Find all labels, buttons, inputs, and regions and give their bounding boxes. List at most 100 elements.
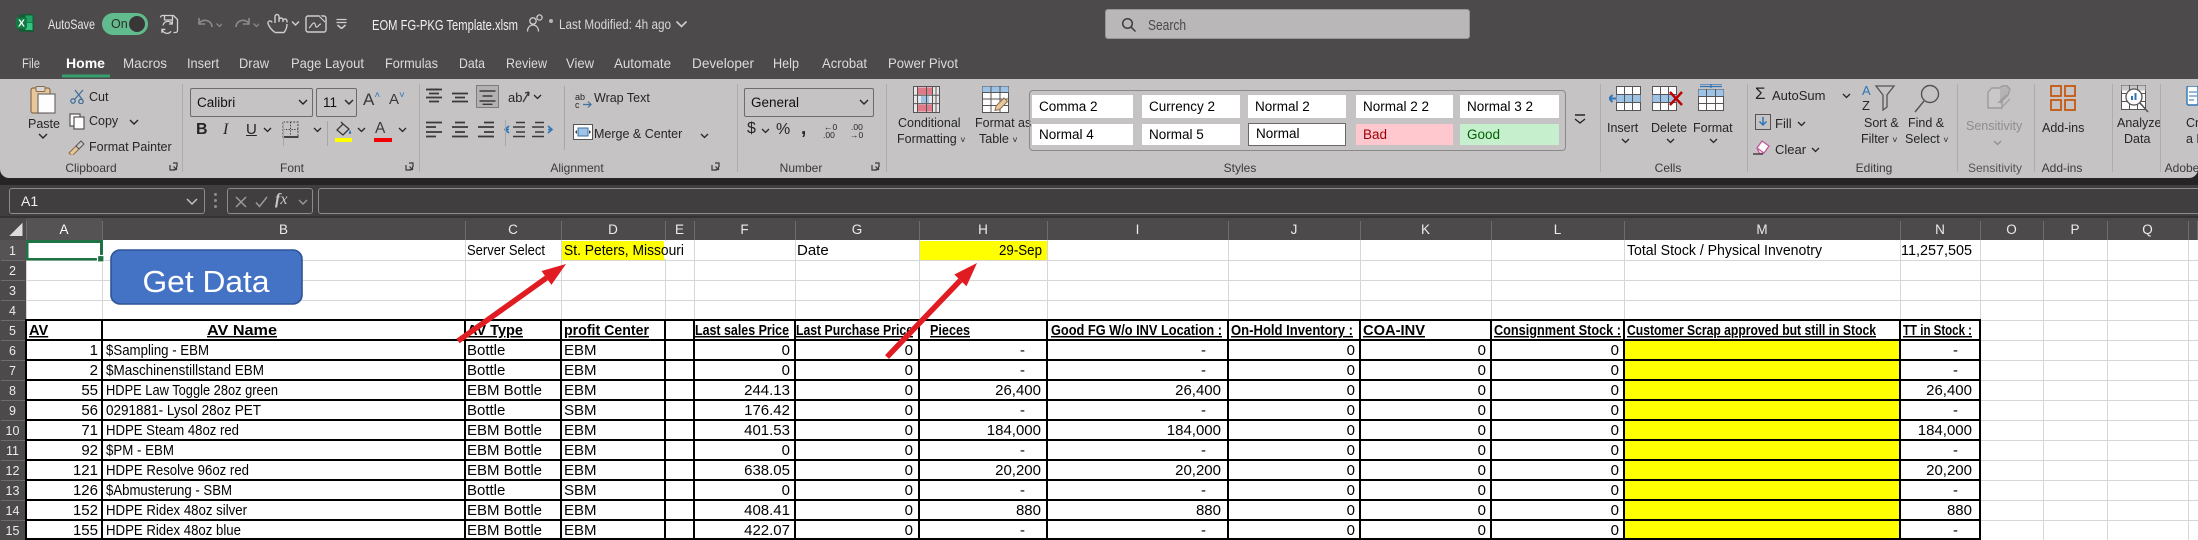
svg-text:0: 0 — [1611, 482, 1619, 499]
svg-text:176.42: 176.42 — [744, 402, 790, 419]
svg-text:0: 0 — [905, 342, 913, 359]
svg-text:Good FG W/o INV Location :: Good FG W/o INV Location : — [1051, 323, 1222, 339]
svg-text:0: 0 — [1347, 342, 1355, 359]
svg-text:Consignment Stock :: Consignment Stock : — [1494, 323, 1621, 339]
svg-text:Draw: Draw — [239, 55, 270, 71]
svg-text:EBM: EBM — [564, 422, 597, 439]
svg-text:AV: AV — [29, 323, 48, 339]
svg-text:0: 0 — [905, 522, 913, 539]
svg-text:0: 0 — [905, 462, 913, 479]
svg-text:Acrobat: Acrobat — [822, 55, 867, 71]
svg-text:26,400: 26,400 — [1926, 382, 1972, 399]
svg-text:Insert: Insert — [187, 55, 219, 71]
svg-text:Q: Q — [2142, 222, 2153, 237]
svg-text:Server Select: Server Select — [467, 242, 546, 259]
svg-text:-: - — [1201, 362, 1206, 379]
svg-text:-: - — [1201, 522, 1206, 539]
svg-text:-: - — [1201, 482, 1206, 499]
svg-text:880: 880 — [1196, 502, 1221, 519]
svg-text:0: 0 — [1478, 362, 1486, 379]
svg-text:0: 0 — [782, 342, 790, 359]
svg-text:L: L — [1554, 222, 1562, 237]
svg-text:EBM Bottle: EBM Bottle — [467, 422, 542, 439]
svg-text:0: 0 — [905, 382, 913, 399]
svg-text:0: 0 — [1611, 402, 1619, 419]
svg-text:-: - — [1020, 522, 1025, 539]
svg-text:-: - — [1201, 442, 1206, 459]
svg-text:EBM Bottle: EBM Bottle — [467, 522, 542, 539]
svg-text:2: 2 — [90, 362, 98, 379]
svg-text:4: 4 — [9, 304, 16, 318]
svg-text:Bottle: Bottle — [467, 362, 505, 379]
svg-text:0: 0 — [905, 442, 913, 459]
svg-text:20,200: 20,200 — [1926, 462, 1972, 479]
svg-text:11: 11 — [6, 444, 19, 458]
svg-text:EBM: EBM — [564, 342, 597, 359]
svg-text:152: 152 — [73, 502, 98, 519]
svg-text:0: 0 — [1347, 482, 1355, 499]
svg-text:13: 13 — [6, 484, 20, 498]
svg-text:-: - — [1953, 342, 1958, 359]
svg-text:E: E — [675, 222, 684, 237]
svg-text:Z: Z — [1862, 98, 1870, 112]
svg-text:0: 0 — [1478, 402, 1486, 419]
svg-text:-: - — [1953, 482, 1958, 499]
svg-text:Power Pivot: Power Pivot — [888, 55, 958, 71]
svg-text:0: 0 — [782, 482, 790, 499]
svg-text:0: 0 — [1478, 342, 1486, 359]
svg-text:D: D — [608, 222, 618, 237]
svg-text:0: 0 — [1478, 462, 1486, 479]
svg-text:-: - — [1020, 402, 1025, 419]
svg-text:12: 12 — [6, 464, 20, 478]
svg-text:HDPE Ridex 48oz silver: HDPE Ridex 48oz silver — [106, 502, 247, 519]
svg-text:SBM: SBM — [564, 402, 597, 419]
svg-text:I: I — [1136, 222, 1140, 237]
svg-text:HDPE Law Toggle 28oz green: HDPE Law Toggle 28oz green — [106, 382, 278, 399]
svg-text:Data: Data — [459, 55, 485, 71]
svg-text:0: 0 — [1478, 422, 1486, 439]
svg-text:G: G — [852, 222, 863, 237]
svg-text:92: 92 — [81, 442, 98, 459]
svg-text:3: 3 — [9, 284, 16, 298]
svg-text:71: 71 — [81, 422, 98, 439]
svg-text:J: J — [1291, 222, 1298, 237]
svg-text:11,257,505: 11,257,505 — [1901, 242, 1972, 259]
svg-text:5: 5 — [9, 324, 16, 338]
svg-text:EBM: EBM — [564, 522, 597, 539]
svg-text:2: 2 — [9, 264, 16, 278]
svg-text:26,400: 26,400 — [1175, 382, 1221, 399]
svg-text:0: 0 — [1611, 462, 1619, 479]
svg-text:EBM: EBM — [564, 382, 597, 399]
svg-text:184,000: 184,000 — [987, 422, 1041, 439]
svg-text:-: - — [1020, 362, 1025, 379]
svg-text:Automate: Automate — [614, 55, 671, 71]
svg-text:File: File — [22, 55, 40, 71]
svg-text:0: 0 — [905, 482, 913, 499]
svg-text:-: - — [1953, 522, 1958, 539]
svg-text:Last Modified: 4h ago: Last Modified: 4h ago — [559, 17, 671, 32]
svg-text:A: A — [59, 222, 68, 237]
svg-text:29-Sep: 29-Sep — [999, 242, 1042, 259]
svg-text:880: 880 — [1947, 502, 1972, 519]
svg-text:profit Center: profit Center — [564, 323, 649, 339]
svg-text:0: 0 — [782, 362, 790, 379]
svg-text:AutoSave: AutoSave — [48, 16, 95, 32]
svg-text:0: 0 — [1478, 522, 1486, 539]
svg-text:SBM: SBM — [564, 482, 597, 499]
svg-text:55: 55 — [81, 382, 98, 399]
svg-text:M: M — [1756, 222, 1767, 237]
svg-text:-: - — [1953, 402, 1958, 419]
svg-text:Bottle: Bottle — [467, 402, 505, 419]
svg-text:880: 880 — [1016, 502, 1041, 519]
svg-text:$Sampling - EBM: $Sampling - EBM — [106, 342, 209, 359]
svg-text:155: 155 — [73, 522, 98, 539]
svg-text:B: B — [279, 222, 288, 237]
svg-text:0: 0 — [1611, 362, 1619, 379]
svg-text:→0: →0 — [850, 130, 864, 139]
svg-text:0: 0 — [1347, 362, 1355, 379]
svg-text:.00: .00 — [823, 130, 835, 139]
svg-text:Home: Home — [66, 55, 105, 71]
svg-text:26,400: 26,400 — [995, 382, 1041, 399]
svg-text:422.07: 422.07 — [744, 522, 790, 539]
svg-text:Page Layout: Page Layout — [291, 55, 364, 71]
